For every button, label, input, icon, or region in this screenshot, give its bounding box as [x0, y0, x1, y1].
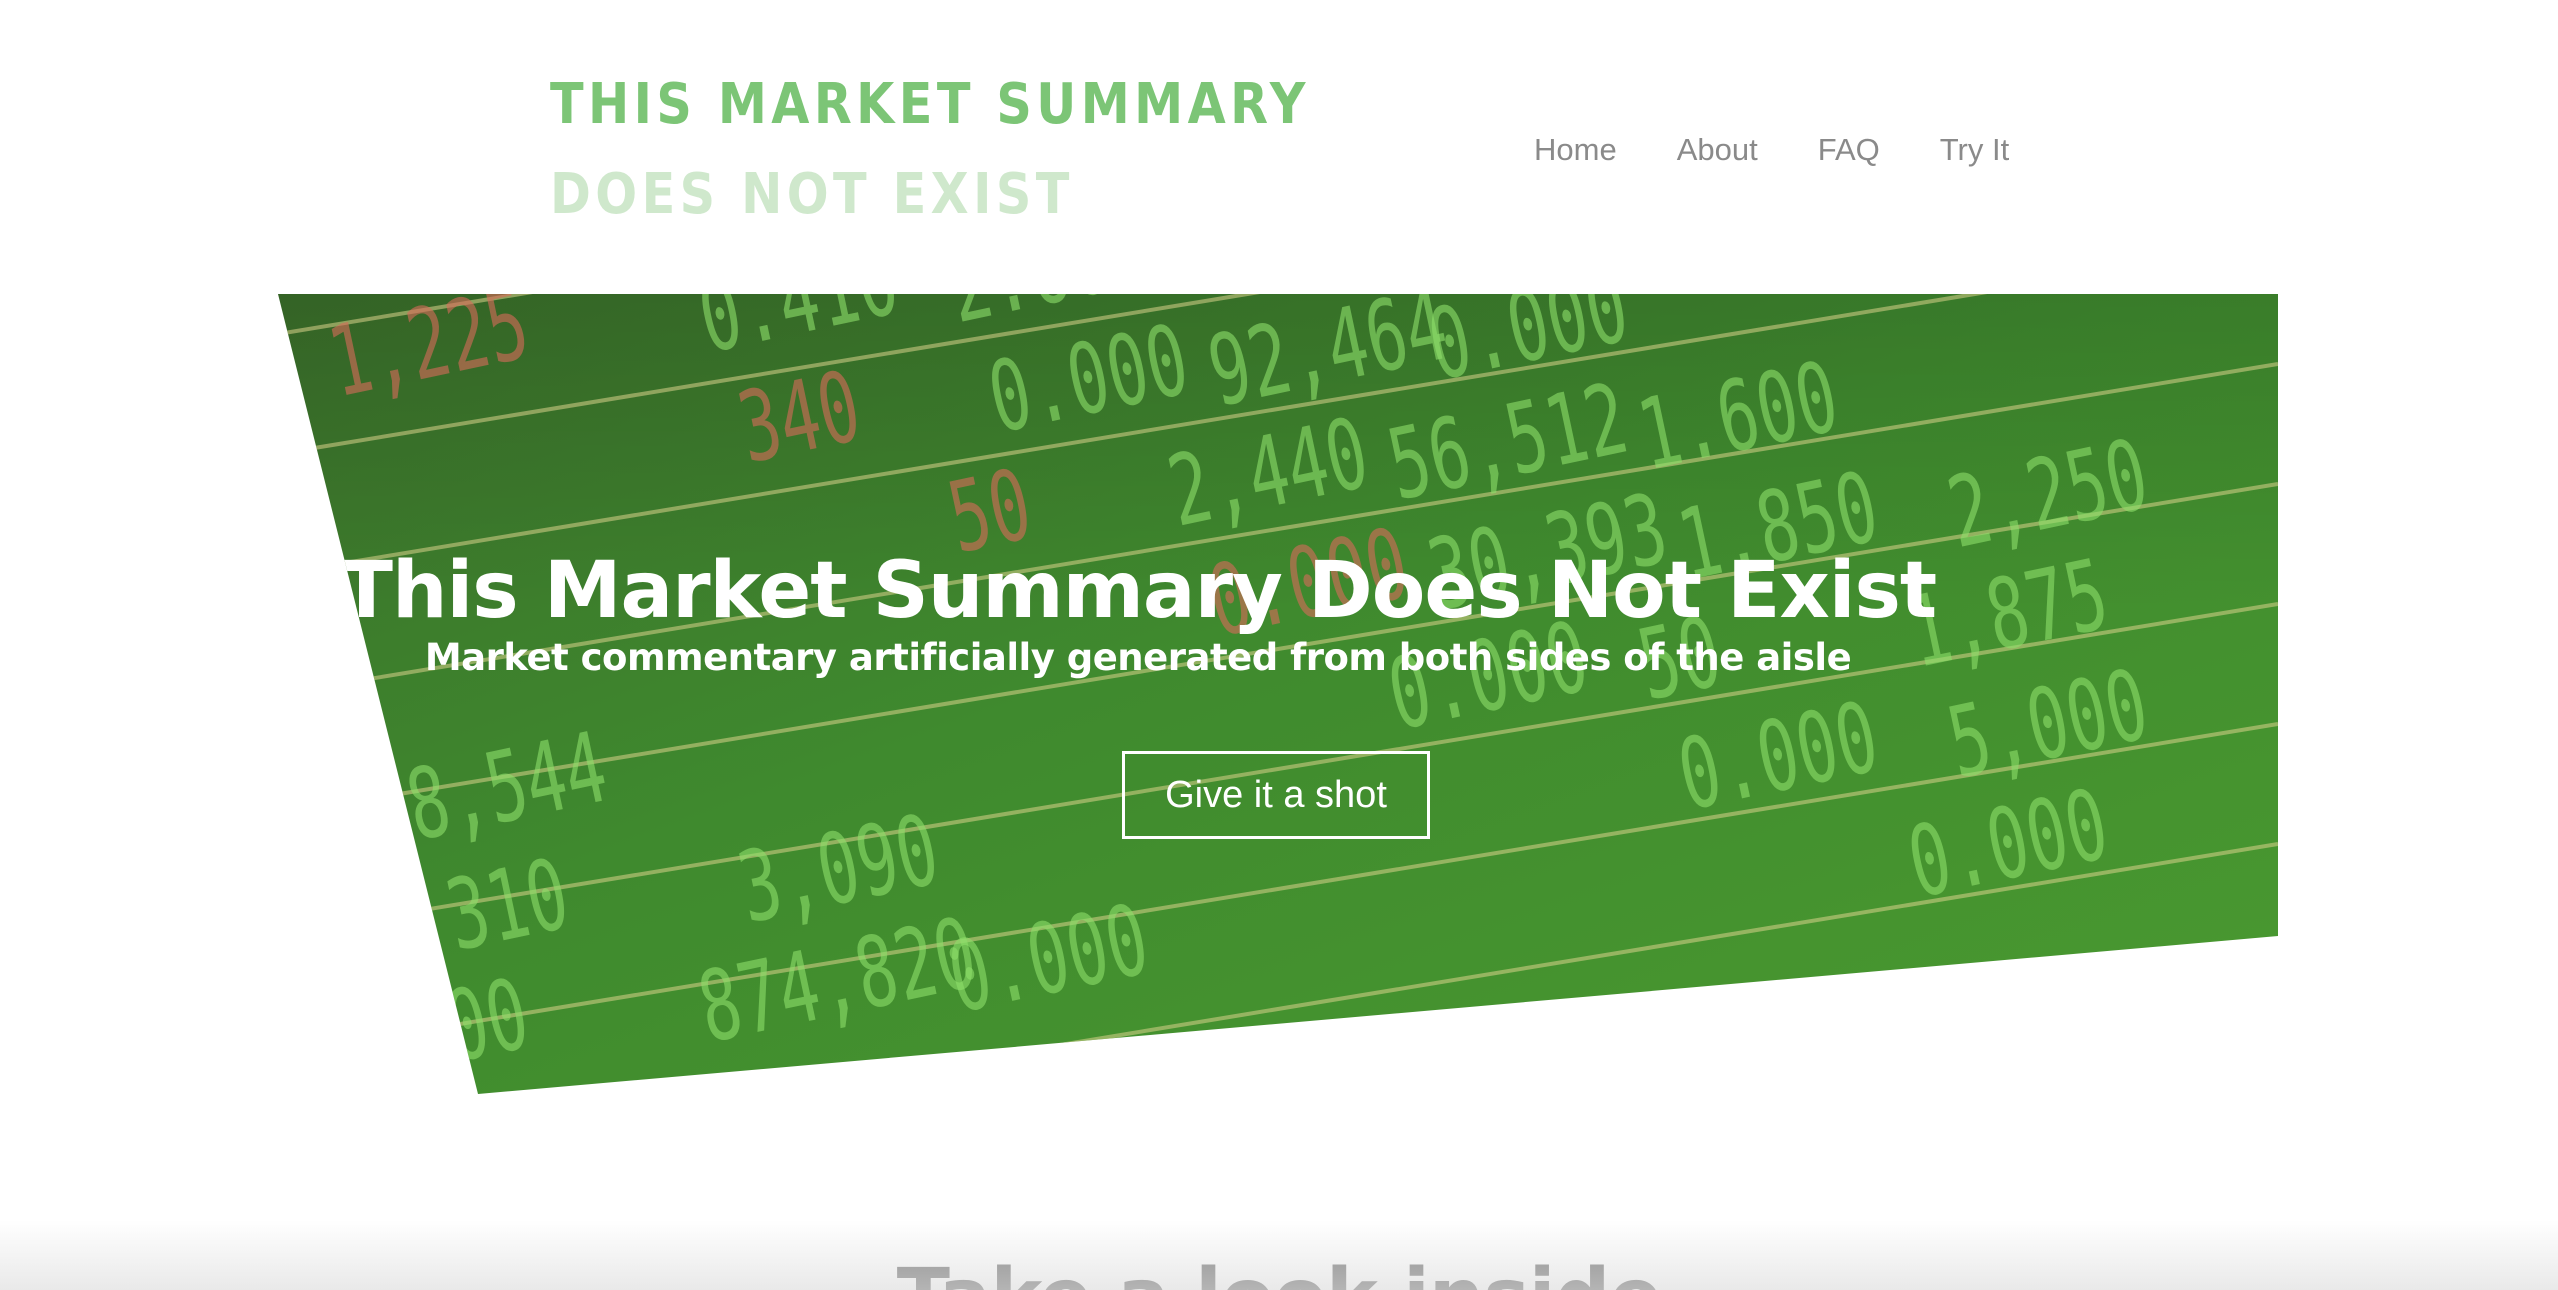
nav-faq[interactable]: FAQ [1818, 132, 1880, 168]
nav-home[interactable]: Home [1534, 132, 1617, 168]
nav-try-it[interactable]: Try It [1940, 132, 2009, 168]
logo-line-2: DOES NOT EXIST [550, 162, 1074, 227]
section-title: Take a look inside [0, 1253, 2558, 1290]
main-nav: Home About FAQ Try It [1534, 132, 2009, 168]
page: THIS MARKET SUMMARY DOES NOT EXIST Home … [0, 0, 2558, 1290]
hero-content: This Market Summary Does Not Exist Marke… [278, 294, 2278, 1094]
hero-title: This Market Summary Does Not Exist [339, 546, 1937, 637]
hero-banner: 1,2250.4102.6000.0003400.00092,4640.0005… [278, 294, 2278, 1094]
hero-subtitle: Market commentary artificially generated… [424, 636, 1852, 679]
logo-line-1: THIS MARKET SUMMARY [550, 72, 1310, 137]
site-logo[interactable]: THIS MARKET SUMMARY DOES NOT EXIST [550, 60, 1413, 240]
give-it-a-shot-button[interactable]: Give it a shot [1122, 751, 1430, 839]
nav-about[interactable]: About [1677, 132, 1758, 168]
